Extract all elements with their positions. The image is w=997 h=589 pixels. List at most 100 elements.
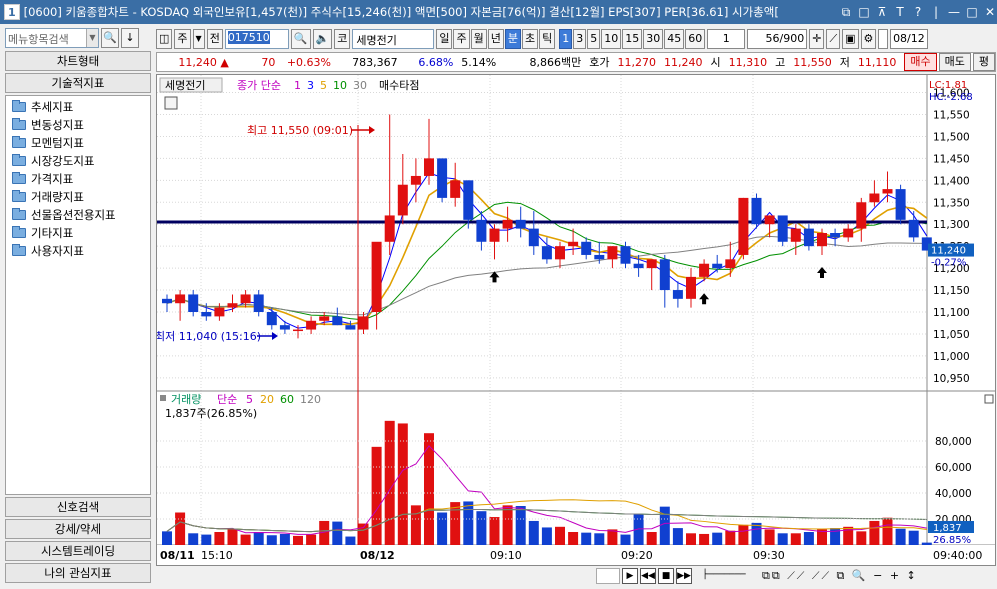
high-note: 최고 11,550 (09:01) — [247, 124, 353, 137]
period-tab[interactable]: 일 — [436, 29, 453, 49]
window-control-button[interactable]: ⊼ — [875, 5, 889, 19]
interval-tab[interactable]: 15 — [622, 29, 643, 49]
interval-tab[interactable]: 30 — [643, 29, 664, 49]
window-control-button[interactable]: | — [929, 5, 943, 19]
window-control-button[interactable]: T — [893, 5, 907, 19]
period-tab[interactable]: 분 — [504, 29, 521, 49]
candle-body — [293, 329, 303, 332]
count-field[interactable]: 56/900 — [747, 29, 808, 49]
tree-item[interactable]: 거래량지표 — [12, 188, 144, 206]
window-control-button[interactable]: — — [947, 5, 961, 19]
tree-item[interactable]: 변동성지표 — [12, 116, 144, 134]
window-controls: ⧉ □ ⊼ T? | — □ ✕ — [839, 5, 997, 19]
stop-icon[interactable]: ■ — [658, 568, 674, 584]
tree-item[interactable]: 가격지표 — [12, 170, 144, 188]
left-bottom-button[interactable]: 나의 관심지표 — [5, 563, 151, 583]
interval-tab[interactable]: 10 — [601, 29, 622, 49]
candle-body — [725, 259, 736, 269]
window-control-button[interactable]: ✕ — [983, 5, 997, 19]
line-tool-icon[interactable]: ⟋ — [826, 29, 841, 49]
technical-indicator-button[interactable]: 기술적지표 — [5, 73, 151, 93]
candle-body — [332, 316, 343, 326]
eval-button[interactable]: 평 — [972, 53, 995, 71]
date-checkbox[interactable] — [878, 29, 888, 49]
buy-button[interactable]: 매수 — [904, 53, 937, 71]
volume-bar — [528, 520, 539, 545]
window-control-button[interactable]: ? — [911, 5, 925, 19]
tree-item[interactable]: 선물옵션전용지표 — [12, 206, 144, 224]
unit-select[interactable]: 1 — [707, 29, 746, 49]
tree-item[interactable]: 모멘텀지표 — [12, 134, 144, 152]
window-control-button[interactable]: □ — [857, 5, 871, 19]
buy-signal-label: 매수타점 — [379, 79, 419, 92]
layout-icon[interactable]: ◫ — [156, 29, 173, 49]
prefix-select[interactable]: 전 — [206, 29, 223, 49]
candle-body — [699, 263, 710, 277]
period-tab[interactable]: 월 — [470, 29, 487, 49]
close-icon[interactable] — [984, 394, 994, 404]
tree-item[interactable]: 시장강도지표 — [12, 152, 144, 170]
download-icon[interactable]: ↓ — [121, 28, 139, 48]
volume-bar — [162, 531, 172, 545]
search-icon[interactable]: 🔍 — [101, 28, 119, 48]
period-tab[interactable]: 주 — [453, 29, 470, 49]
interval-tab[interactable]: 3 — [573, 29, 587, 49]
chart-scrollbar[interactable] — [596, 568, 620, 584]
volume-bar — [293, 535, 303, 545]
candle-body — [528, 228, 539, 247]
sell-button[interactable]: 매도 — [938, 53, 971, 71]
search-icon[interactable]: 🔍 — [290, 29, 311, 49]
save-icon[interactable]: ▣ — [842, 29, 859, 49]
left-bottom-button[interactable]: 신호검색 — [5, 497, 151, 517]
date-field[interactable]: 08/12 — [889, 29, 928, 49]
vol-panel-handle[interactable] — [160, 395, 166, 401]
left-bottom-button[interactable]: 강세/약세 — [5, 519, 151, 539]
volume-bar — [568, 532, 579, 545]
period-tab[interactable]: 년 — [487, 29, 504, 49]
candle-body — [463, 180, 474, 220]
vol-value: 1,837주(26.85%) — [165, 407, 257, 420]
stock-code-input[interactable]: 017510 — [224, 29, 289, 49]
tree-item-label: 시장강도지표 — [31, 154, 95, 168]
window-control-button[interactable]: □ — [965, 5, 979, 19]
chart-type-button[interactable]: 차트형태 — [5, 51, 151, 71]
gear-icon[interactable]: ⚙ — [860, 29, 877, 49]
type-select[interactable]: 주 — [174, 29, 191, 49]
chevron-down-icon[interactable]: ▼ — [86, 29, 98, 47]
period-tab[interactable]: 틱 — [539, 29, 556, 49]
crosshair-icon[interactable]: ✛ — [809, 29, 825, 49]
grid-toggle-icon[interactable] — [164, 96, 178, 110]
fast-forward-icon[interactable]: ▶▶ — [676, 568, 692, 584]
ma-period-30: 30 — [353, 79, 367, 92]
low-label: 저 — [839, 56, 850, 69]
chevron-down-icon[interactable]: ▼ — [192, 29, 205, 49]
tree-item[interactable]: 추세지표 — [12, 98, 144, 116]
volume-bar — [253, 532, 264, 545]
scroll-right-icon[interactable]: ▶ — [622, 568, 638, 584]
zoom-slider[interactable]: ├─────── — [694, 568, 754, 584]
volume-bar — [620, 534, 631, 545]
left-bottom-button[interactable]: 시스템트레이딩 — [5, 541, 151, 561]
volume-bar — [725, 530, 736, 545]
rewind-icon[interactable]: ◀◀ — [640, 568, 656, 584]
window-control-button[interactable]: ⧉ — [839, 5, 853, 19]
chart-area[interactable]: 세명전기 종가 단순 1 3 5 10 30 매수타점 최고 11,550 (0… — [156, 74, 996, 566]
interval-tab[interactable]: 1 — [559, 29, 573, 49]
drawing-tools-icon[interactable]: ⧉⧉ ⟋⟋ ⟋⟋ ⧉ 🔍 − + ↕ — [762, 569, 918, 583]
tree-item[interactable]: 사용자지표 — [12, 242, 144, 260]
candle-body — [856, 202, 867, 229]
interval-tab[interactable]: 60 — [685, 29, 706, 49]
period-tab[interactable]: 초 — [521, 29, 539, 49]
interval-tab[interactable]: 5 — [587, 29, 601, 49]
tree-item[interactable]: 기타지표 — [12, 224, 144, 242]
folder-icon — [12, 154, 26, 166]
price-tick: 11,050 — [933, 329, 970, 341]
speaker-icon[interactable]: 🔈 — [312, 29, 333, 49]
time-tick: 09:10 — [490, 549, 522, 562]
candle-body — [777, 215, 788, 242]
folder-icon — [12, 208, 26, 220]
menu-search-input[interactable]: 메뉴항목검색 ▼ — [5, 28, 99, 48]
interval-tab[interactable]: 45 — [664, 29, 685, 49]
folder-icon — [12, 244, 26, 256]
chart-svg[interactable]: 세명전기 종가 단순 1 3 5 10 30 매수타점 최고 11,550 (0… — [157, 75, 996, 566]
